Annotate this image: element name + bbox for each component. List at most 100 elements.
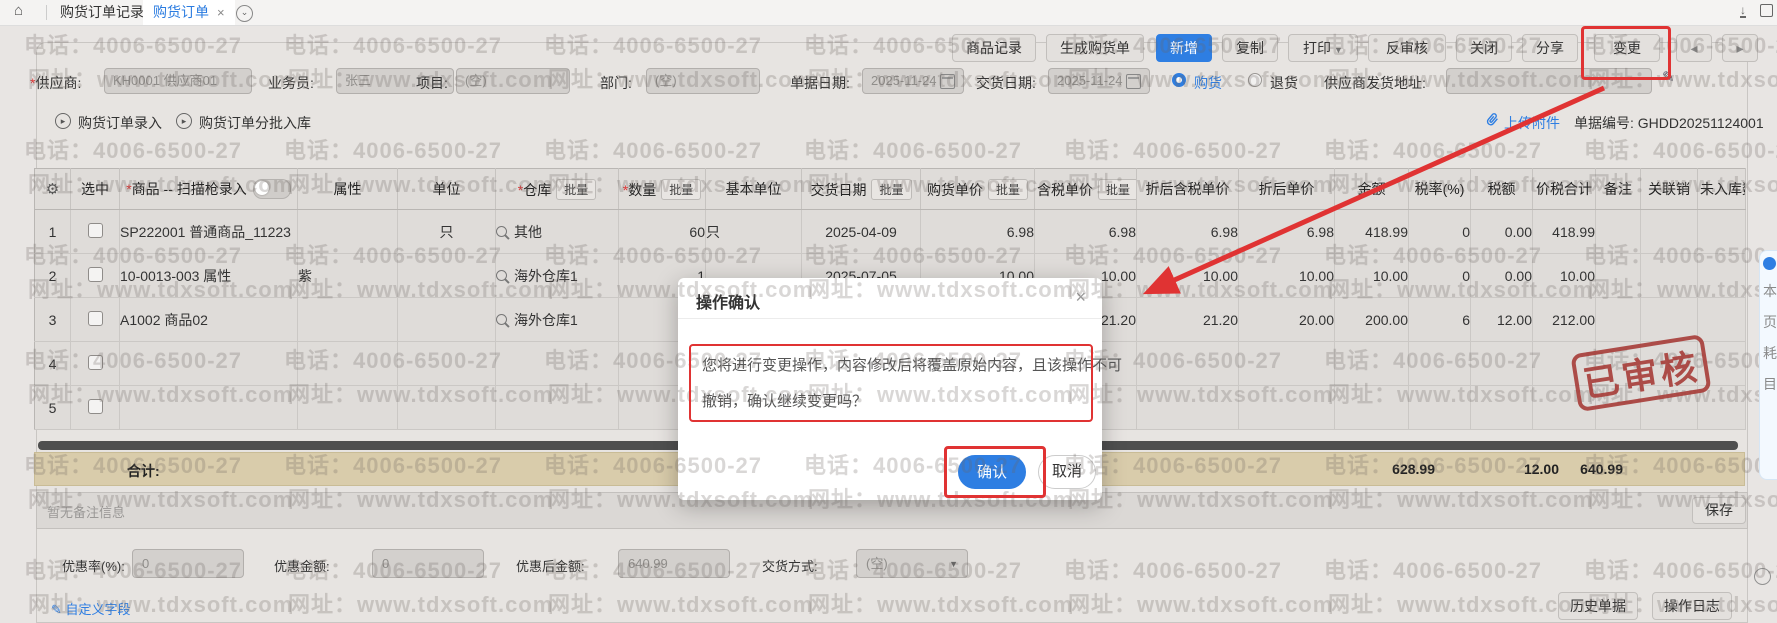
history-button[interactable]: 历史单据	[1558, 592, 1638, 620]
disc-price-cell[interactable]: 10.00	[1239, 254, 1335, 298]
op-log-button[interactable]: 操作日志	[1652, 592, 1732, 620]
tax-rate-cell[interactable]: 0	[1409, 210, 1471, 254]
assistant-icon[interactable]	[1763, 257, 1776, 270]
delivery-date-value: 2025-11-24	[1057, 73, 1123, 88]
batch-button[interactable]: 批量	[556, 179, 596, 200]
unit-cell[interactable]	[398, 254, 496, 298]
product-cell[interactable]	[120, 386, 298, 430]
warehouse-cell[interactable]: 海外仓库1	[496, 298, 619, 342]
link-batch-inbound[interactable]: 购货订单分批入库	[199, 113, 311, 133]
batch-button[interactable]: 批量	[871, 179, 911, 200]
disc-price-cell[interactable]: 6.98	[1239, 210, 1335, 254]
tax-rate-cell[interactable]: 6	[1409, 298, 1471, 342]
change-button[interactable]: 变更	[1594, 34, 1660, 62]
unapprove-button[interactable]: 反审核	[1368, 34, 1446, 62]
note-cell[interactable]	[1596, 210, 1641, 254]
price-cell[interactable]: 6.98	[921, 210, 1035, 254]
warehouse-cell[interactable]: 海外仓库1	[496, 254, 619, 298]
purchase-radio-label[interactable]: 购货	[1194, 73, 1222, 93]
product-cell[interactable]: SP222001 普通商品_11223	[120, 210, 298, 254]
download-icon[interactable]: ↓	[1740, 4, 1746, 18]
delivery-method-select[interactable]: (空)▼	[856, 549, 968, 578]
edit-pencil-icon[interactable]: ✎	[1662, 68, 1675, 86]
return-radio-label[interactable]: 退货	[1270, 73, 1298, 93]
tax-price-cell[interactable]: 6.98	[1035, 210, 1137, 254]
generate-order-button[interactable]: 生成购货单	[1046, 34, 1144, 62]
product-cell[interactable]: 10-0013-003 属性	[120, 254, 298, 298]
calendar-icon[interactable]	[1126, 74, 1141, 89]
batch-button[interactable]: 批量	[661, 179, 701, 200]
search-icon[interactable]	[496, 226, 507, 237]
right-edge-panel[interactable]: 本 页 耗 目	[1759, 250, 1777, 480]
column-settings-gear-icon[interactable]: ⚙	[35, 169, 71, 210]
discount-rate-input[interactable]: 0	[132, 549, 244, 578]
discount-amount-input[interactable]: 0	[372, 549, 484, 578]
product-record-button[interactable]: 商品记录	[952, 34, 1036, 62]
product-cell[interactable]: A1002 商品02	[120, 298, 298, 342]
attr-cell[interactable]	[298, 210, 398, 254]
confirm-button[interactable]: 确认	[958, 455, 1026, 489]
qty-cell[interactable]: 60	[619, 210, 706, 254]
tax-rate-cell[interactable]: 0	[1409, 254, 1471, 298]
after-discount-input[interactable]: 640.99	[618, 549, 730, 578]
dept-input[interactable]: (空)	[646, 68, 760, 94]
row-checkbox[interactable]	[88, 311, 103, 326]
calendar-icon[interactable]	[940, 74, 955, 89]
pending-cell	[1698, 210, 1746, 254]
attr-cell[interactable]	[298, 298, 398, 342]
disc-tax-price-cell[interactable]: 10.00	[1137, 254, 1239, 298]
disc-tax-price-cell[interactable]: 21.20	[1137, 298, 1239, 342]
share-button[interactable]: 分享	[1522, 34, 1578, 62]
link-order-entry[interactable]: 购货订单录入	[78, 113, 162, 133]
search-icon[interactable]	[496, 314, 507, 325]
print-button[interactable]: 打印▼	[1288, 34, 1358, 62]
tab-list-dropdown-icon[interactable]: ⌄	[236, 5, 253, 22]
row-checkbox[interactable]	[88, 399, 103, 414]
tab-close-icon[interactable]: ×	[217, 5, 225, 20]
row-checkbox[interactable]	[88, 267, 103, 282]
bill-date-input[interactable]: 2025-11-24	[862, 68, 964, 94]
batch-button[interactable]: 批量	[988, 179, 1028, 200]
return-radio[interactable]	[1248, 73, 1262, 87]
next-record-button[interactable]: ▸	[1722, 34, 1758, 62]
tab-purchase-order[interactable]: 购货订单×	[143, 0, 235, 25]
copy-button[interactable]: 复制	[1222, 34, 1278, 62]
unit-cell[interactable]: 只	[398, 210, 496, 254]
date-cell[interactable]: 2025-04-09	[802, 210, 921, 254]
dialog-close-icon[interactable]: ×	[1075, 287, 1086, 308]
supplier-input[interactable]: KH0001 供应商01	[104, 68, 252, 94]
ship-address-input[interactable]	[1446, 68, 1652, 94]
disc-price-cell[interactable]: 20.00	[1239, 298, 1335, 342]
disc-tax-price-cell[interactable]: 6.98	[1137, 210, 1239, 254]
project-input[interactable]: (空)	[456, 68, 570, 94]
add-new-button[interactable]: 新增	[1156, 34, 1212, 62]
row-number: 4	[35, 342, 71, 386]
ship-address-label: 供应商发货地址:	[1324, 73, 1426, 93]
product-cell[interactable]	[120, 342, 298, 386]
tab-order-record[interactable]: 购货订单记录	[50, 0, 154, 25]
window-icon[interactable]	[1760, 4, 1773, 17]
batch-button[interactable]: 批量	[1098, 179, 1137, 200]
attr-cell[interactable]: 紫	[298, 254, 398, 298]
scan-toggle[interactable]	[253, 179, 291, 199]
row-checkbox[interactable]	[88, 355, 103, 370]
custom-fields-link[interactable]: ✎ 自定义字段	[51, 599, 131, 618]
warehouse-cell[interactable]: 其他	[496, 210, 619, 254]
search-icon[interactable]	[496, 270, 507, 281]
delivery-date-input[interactable]: 2025-11-24	[1048, 68, 1150, 94]
save-button[interactable]: 保存	[1692, 497, 1746, 524]
table-row: 1 SP222001 普通商品_11223 只 其他 60 只 2025-04-…	[35, 210, 1746, 254]
note-cell[interactable]	[1596, 298, 1641, 342]
cancel-button[interactable]: 取消	[1038, 455, 1096, 489]
total-sum: 640.99	[1533, 461, 1623, 477]
pending-cell	[1698, 298, 1746, 342]
close-button[interactable]: 关闭	[1456, 34, 1512, 62]
home-icon[interactable]: ⌂	[14, 2, 23, 19]
note-cell[interactable]	[1596, 254, 1641, 298]
unit-cell[interactable]	[398, 298, 496, 342]
purchase-radio[interactable]	[1172, 73, 1186, 87]
upload-attachment-link[interactable]: 上传附件	[1504, 113, 1560, 133]
corner-circle-icon[interactable]	[1754, 568, 1771, 585]
prev-record-button[interactable]: ◂	[1676, 34, 1712, 62]
row-checkbox[interactable]	[88, 223, 103, 238]
